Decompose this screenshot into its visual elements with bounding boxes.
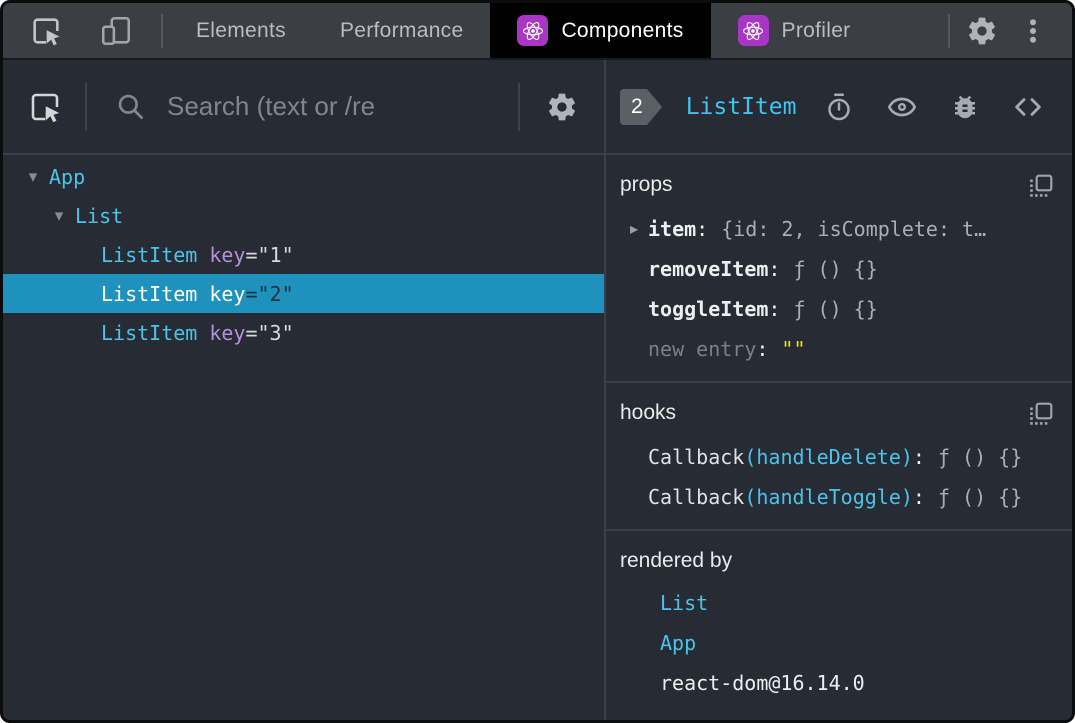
toolbar-divider <box>948 13 950 48</box>
hook-row-handledelete: Callback (handleDelete): ƒ () {} <box>620 437 1054 477</box>
hook-value: ƒ () {} <box>937 485 1023 509</box>
toolbar-divider <box>161 13 163 48</box>
copy-props-icon[interactable] <box>1028 173 1054 199</box>
key-attr-equals: = <box>245 281 258 306</box>
react-logo-icon <box>517 15 549 46</box>
component-name: List <box>75 203 124 228</box>
rendered-by-row: react-dom@16.14.0 <box>620 663 1054 703</box>
hook-name: (handleToggle) <box>744 485 913 509</box>
tree-settings-gear-icon[interactable] <box>520 91 604 123</box>
search-icon <box>115 91 147 123</box>
inspect-element-icon[interactable] <box>19 14 73 48</box>
tree-row-list[interactable]: ▾ List <box>3 196 604 235</box>
hooks-section: hooks Callback (handleDelete): ƒ () {} … <box>606 383 1072 531</box>
devtools-window: Elements Performance Components Profiler… <box>0 0 1075 723</box>
view-source-code-icon[interactable] <box>1002 91 1054 123</box>
prop-value: ƒ () {} <box>793 257 878 281</box>
prop-colon: : <box>768 257 781 281</box>
prop-name: item <box>648 217 697 241</box>
react-logo-icon <box>737 15 769 46</box>
key-attr-name: key <box>209 281 246 306</box>
expander-icon[interactable]: ▾ <box>43 206 75 226</box>
tree-row-listitem-2-selected[interactable]: ListItem key = "2" <box>3 274 604 313</box>
devtools-tab-bar: Elements Performance Components Profiler <box>3 3 1072 60</box>
props-section-title: props <box>620 173 673 196</box>
prop-colon: : <box>756 337 769 361</box>
rendered-by-row[interactable]: List <box>620 583 1054 623</box>
key-attr-value: "1" <box>257 242 294 267</box>
prop-row-toggleitem: toggleItem: ƒ () {} <box>620 289 1054 329</box>
hook-colon: : <box>912 445 925 469</box>
key-attr-name: key <box>209 242 246 267</box>
prop-value: {id: 2, isComplete: t… <box>721 217 987 241</box>
owner-link-list[interactable]: List <box>660 583 708 623</box>
component-name: ListItem <box>101 281 198 306</box>
prop-name: removeItem <box>648 257 769 281</box>
tree-row-listitem-3[interactable]: ListItem key = "3" <box>3 313 604 352</box>
component-name: ListItem <box>101 320 198 345</box>
tree-toolbar <box>3 60 604 155</box>
component-name: App <box>49 164 86 189</box>
key-attr-value: "3" <box>257 320 294 345</box>
copy-hooks-icon[interactable] <box>1028 401 1054 427</box>
prop-colon: : <box>768 297 781 321</box>
props-section: props ▸ item: {id: 2, isComplete: t… re… <box>606 155 1072 383</box>
prop-value: ƒ () {} <box>793 297 878 321</box>
prop-row-removeitem: removeItem: ƒ () {} <box>620 249 1054 289</box>
components-tree-panel: ▾ App ▾ List ListItem key = "1" ListItem <box>3 60 606 720</box>
key-attr-equals: = <box>245 242 258 267</box>
tab-label: Performance <box>339 18 464 42</box>
selected-component-title: ListItem <box>685 93 797 120</box>
badge-arrow <box>646 88 662 125</box>
suspense-timer-icon[interactable] <box>814 92 864 122</box>
hook-type: Callback <box>648 485 745 509</box>
rendered-by-row[interactable]: App <box>620 623 1054 663</box>
tab-components[interactable]: Components <box>490 3 711 58</box>
tab-profiler[interactable]: Profiler <box>711 3 878 58</box>
prop-name: toggleItem <box>648 297 769 321</box>
hooks-section-title: hooks <box>620 401 677 424</box>
key-attr-value: "2" <box>257 281 294 306</box>
pick-component-icon[interactable] <box>3 89 85 125</box>
log-component-bug-icon[interactable] <box>940 92 990 122</box>
element-index-badge: 2 <box>620 88 662 125</box>
owner-link-app[interactable]: App <box>660 623 696 663</box>
inspect-dom-eye-icon[interactable] <box>876 91 928 123</box>
tab-label: Components <box>561 18 684 42</box>
hook-name: (handleDelete) <box>744 445 913 469</box>
badge-number: 2 <box>620 88 647 125</box>
key-attr-equals: = <box>245 320 258 345</box>
new-entry-value-input[interactable]: "" <box>781 329 805 369</box>
key-attr-name: key <box>209 320 246 345</box>
tree-row-listitem-1[interactable]: ListItem key = "1" <box>3 235 604 274</box>
prop-colon: : <box>696 217 709 241</box>
rendered-by-section: rendered by List App react-dom@16.14.0 <box>606 531 1072 720</box>
tab-label: Elements <box>196 18 286 42</box>
tab-elements[interactable]: Elements <box>169 3 313 58</box>
hook-colon: : <box>912 485 925 509</box>
expander-icon[interactable]: ▸ <box>620 209 648 249</box>
tree-row-app[interactable]: ▾ App <box>3 157 604 196</box>
hook-value: ƒ () {} <box>937 445 1023 469</box>
search-input[interactable] <box>165 90 518 123</box>
tab-label: Profiler <box>781 18 851 42</box>
inspected-element-header: 2 ListItem <box>606 60 1072 155</box>
prop-row-item[interactable]: ▸ item: {id: 2, isComplete: t… <box>620 209 1054 249</box>
hook-row-handletoggle: Callback (handleToggle): ƒ () {} <box>620 477 1054 517</box>
tab-performance[interactable]: Performance <box>313 3 491 58</box>
hook-type: Callback <box>648 445 745 469</box>
component-tree: ▾ App ▾ List ListItem key = "1" ListItem <box>3 155 604 720</box>
prop-row-new-entry[interactable]: new entry: "" <box>620 329 1054 369</box>
expander-icon[interactable]: ▾ <box>17 167 49 187</box>
renderer-version-label: react-dom@16.14.0 <box>660 671 865 695</box>
new-entry-name-input[interactable]: new entry <box>648 329 756 369</box>
kebab-menu-icon[interactable] <box>1008 16 1058 46</box>
inspected-element-panel: 2 ListItem props ▸ item: {id: 2, isComp… <box>606 60 1072 720</box>
rendered-by-title: rendered by <box>620 549 733 572</box>
settings-gear-icon[interactable] <box>956 15 1008 47</box>
device-toolbar-icon[interactable] <box>89 14 143 48</box>
component-name: ListItem <box>101 242 198 267</box>
